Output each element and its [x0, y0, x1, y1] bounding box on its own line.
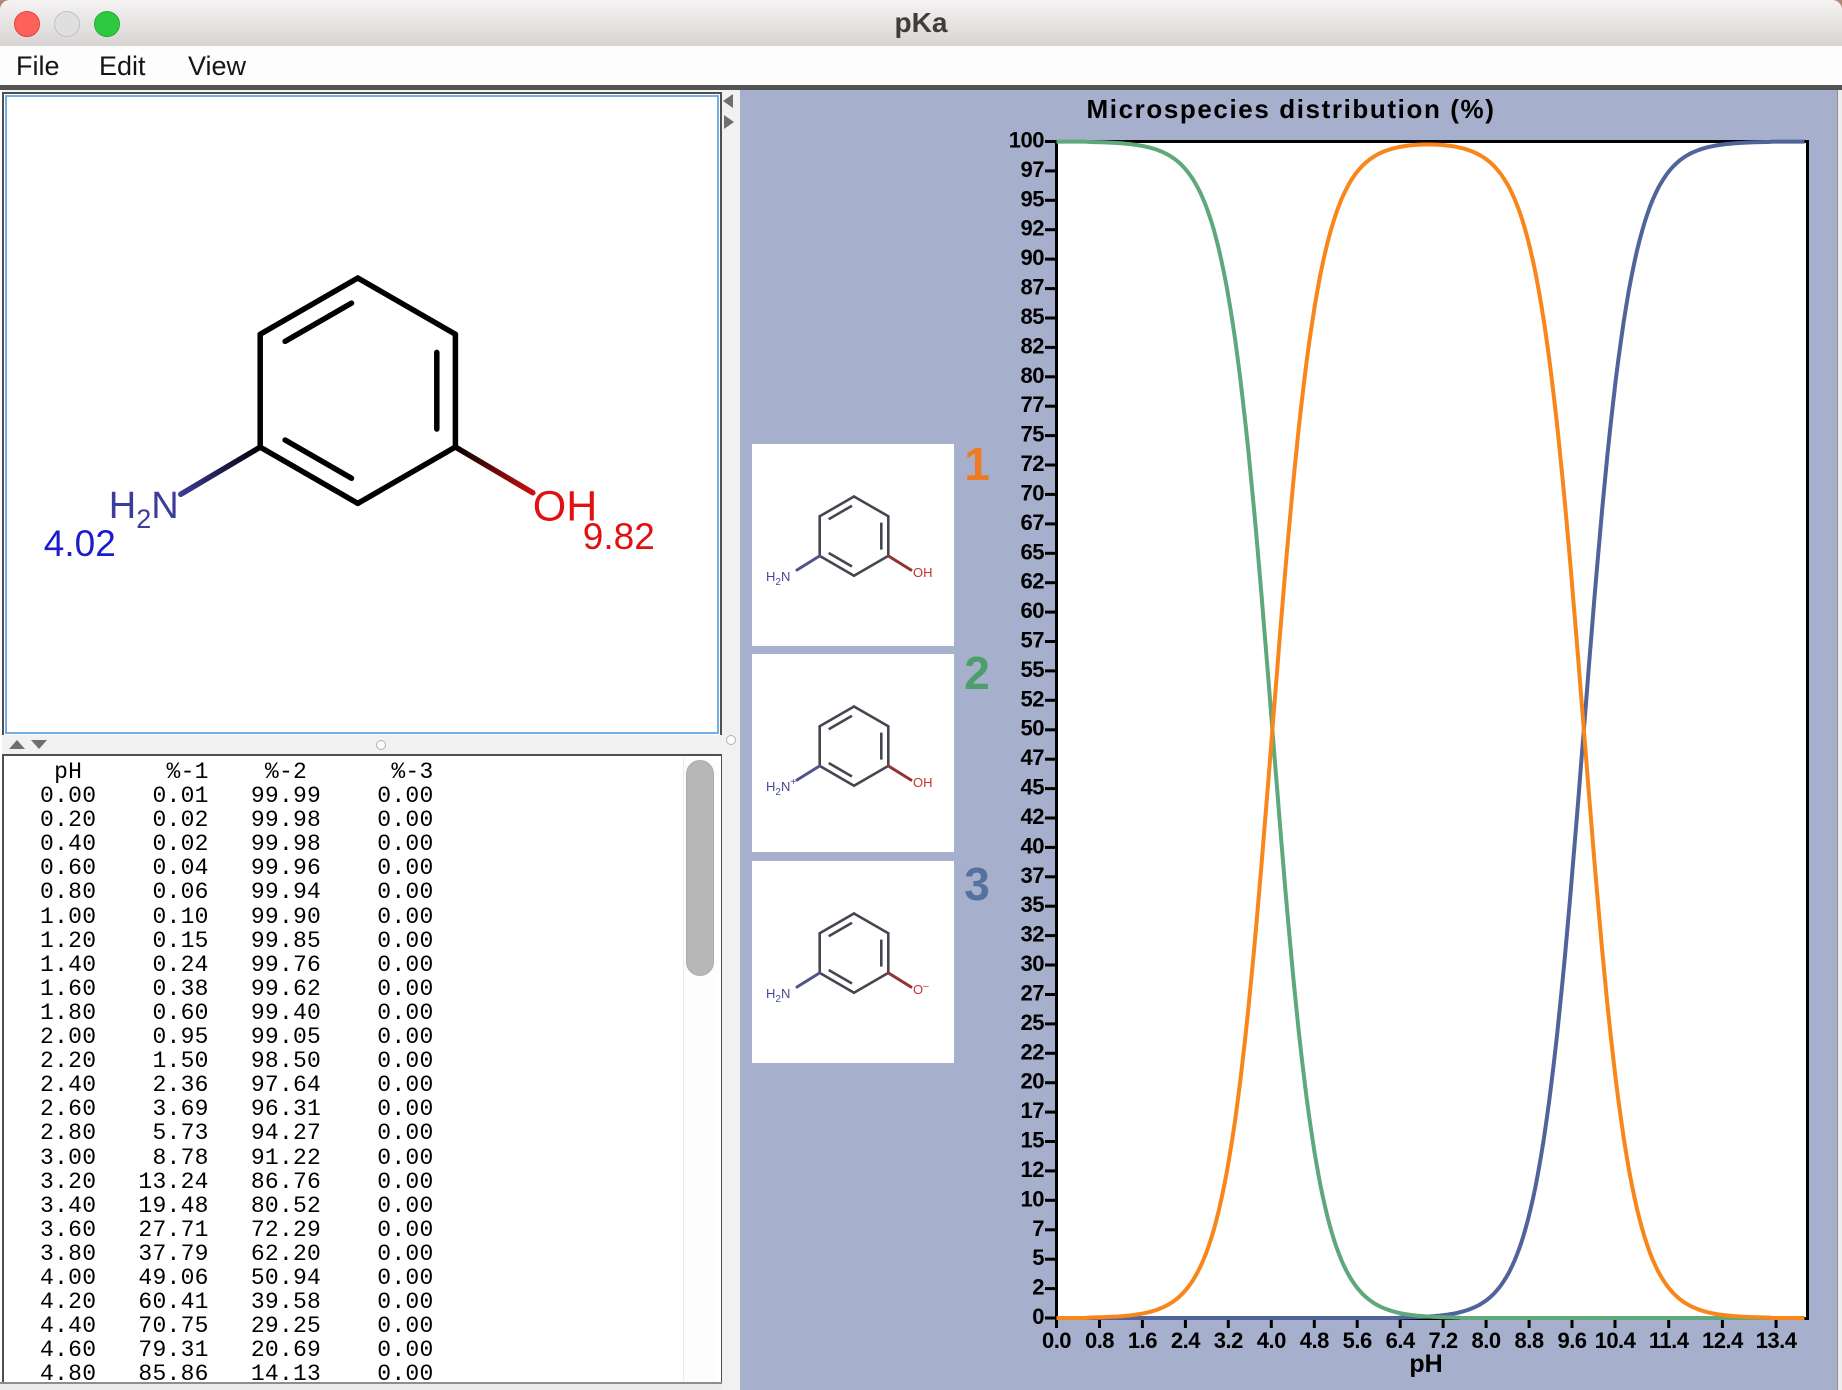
svg-text:35: 35 [1021, 892, 1045, 917]
svg-text:3: 3 [964, 858, 990, 910]
svg-text:32: 32 [1021, 922, 1045, 947]
svg-text:77: 77 [1021, 392, 1045, 417]
svg-text:75: 75 [1021, 422, 1045, 447]
svg-text:82: 82 [1021, 333, 1045, 358]
svg-text:15: 15 [1021, 1128, 1045, 1153]
svg-text:97: 97 [1021, 157, 1045, 182]
svg-text:1.6: 1.6 [1128, 1328, 1157, 1353]
svg-text:9.82: 9.82 [583, 516, 655, 557]
svg-text:11.4: 11.4 [1649, 1328, 1690, 1353]
svg-text:85: 85 [1021, 304, 1045, 329]
svg-text:52: 52 [1021, 686, 1045, 711]
svg-text:55: 55 [1021, 657, 1045, 682]
svg-text:47: 47 [1021, 745, 1045, 770]
svg-text:O–: O– [913, 981, 929, 997]
svg-text:22: 22 [1021, 1039, 1045, 1064]
svg-text:72: 72 [1021, 451, 1045, 476]
svg-text:2.4: 2.4 [1171, 1328, 1201, 1353]
svg-text:13.4: 13.4 [1756, 1328, 1798, 1353]
svg-text:4.02: 4.02 [44, 523, 116, 564]
svg-text:OH: OH [913, 775, 933, 790]
svg-text:12.4: 12.4 [1702, 1328, 1744, 1353]
svg-text:92: 92 [1021, 216, 1045, 241]
svg-text:2: 2 [1032, 1275, 1044, 1300]
svg-text:8.8: 8.8 [1515, 1328, 1544, 1353]
svg-text:87: 87 [1021, 275, 1045, 300]
svg-text:40: 40 [1021, 833, 1045, 858]
svg-text:67: 67 [1021, 510, 1045, 535]
svg-text:80: 80 [1021, 363, 1045, 388]
svg-text:17: 17 [1021, 1098, 1045, 1123]
svg-text:10.4: 10.4 [1595, 1328, 1637, 1353]
svg-text:OH: OH [913, 565, 933, 580]
svg-text:0.0: 0.0 [1042, 1328, 1071, 1353]
svg-text:H2N: H2N [766, 569, 790, 588]
svg-text:62: 62 [1021, 569, 1045, 594]
svg-text:8.0: 8.0 [1472, 1328, 1501, 1353]
svg-text:70: 70 [1021, 480, 1045, 505]
svg-text:0: 0 [1032, 1304, 1044, 1329]
svg-text:4.0: 4.0 [1257, 1328, 1286, 1353]
svg-text:pH: pH [1409, 1350, 1442, 1378]
svg-text:3.2: 3.2 [1214, 1328, 1243, 1353]
svg-text:12: 12 [1021, 1157, 1045, 1182]
svg-text:37: 37 [1021, 863, 1045, 888]
svg-text:90: 90 [1021, 245, 1045, 270]
svg-text:20: 20 [1021, 1069, 1045, 1094]
svg-text:27: 27 [1021, 981, 1045, 1006]
svg-text:2: 2 [964, 647, 990, 699]
svg-text:60: 60 [1021, 598, 1045, 623]
svg-text:0.8: 0.8 [1085, 1328, 1114, 1353]
svg-text:50: 50 [1021, 716, 1045, 741]
svg-text:95: 95 [1021, 186, 1045, 211]
svg-text:5.6: 5.6 [1343, 1328, 1372, 1353]
svg-text:57: 57 [1021, 628, 1045, 653]
svg-text:H2N: H2N [109, 484, 179, 533]
svg-text:5: 5 [1032, 1245, 1044, 1270]
svg-text:100: 100 [1009, 128, 1044, 153]
svg-text:7: 7 [1032, 1216, 1044, 1241]
svg-text:4.8: 4.8 [1300, 1328, 1329, 1353]
svg-text:65: 65 [1021, 539, 1045, 564]
svg-text:H2N+: H2N+ [766, 777, 796, 798]
svg-text:9.6: 9.6 [1557, 1328, 1586, 1353]
svg-text:H2N: H2N [766, 986, 790, 1005]
svg-text:42: 42 [1021, 804, 1045, 829]
svg-text:10: 10 [1021, 1186, 1045, 1211]
svg-text:25: 25 [1021, 1010, 1045, 1035]
svg-text:45: 45 [1021, 775, 1045, 800]
svg-text:1: 1 [964, 438, 990, 490]
svg-text:30: 30 [1021, 951, 1045, 976]
